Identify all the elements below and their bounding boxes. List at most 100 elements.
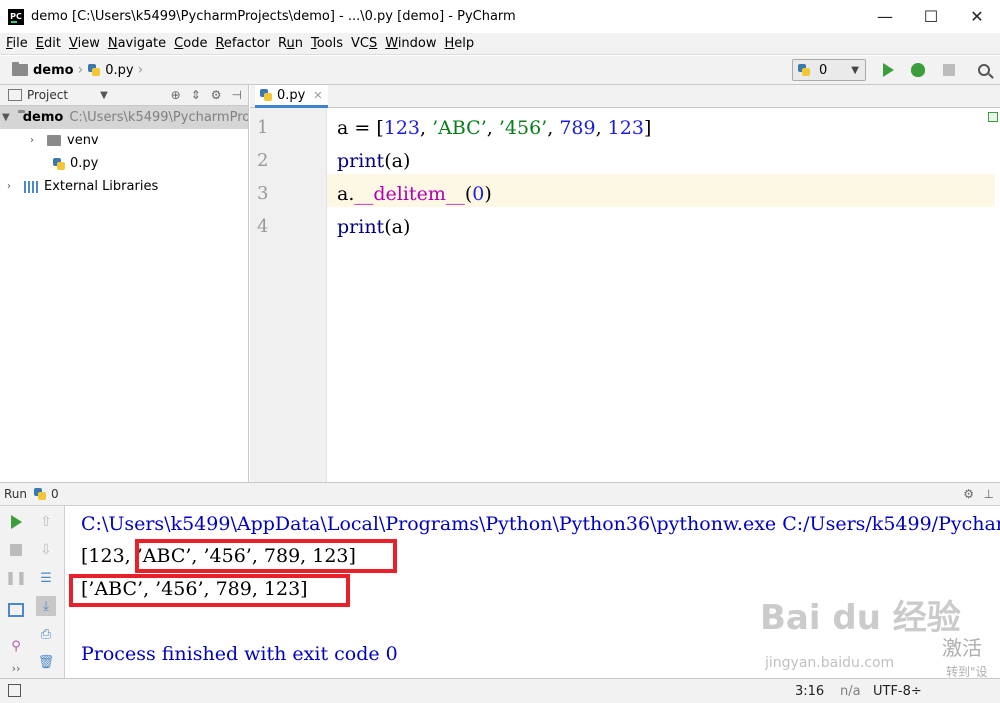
- tree-item-venv[interactable]: › venv: [0, 129, 248, 152]
- chevron-right-icon[interactable]: ›: [2, 181, 16, 192]
- tree-item-external-libraries[interactable]: › External Libraries: [0, 175, 248, 198]
- close-icon: ✕: [970, 7, 984, 26]
- python-file-icon: [259, 88, 273, 102]
- project-icon: [8, 89, 22, 101]
- menu-help[interactable]: Help: [441, 36, 479, 51]
- python-file-icon: [33, 487, 47, 501]
- tree-item-demo[interactable]: ▼ demo C:\Users\k5499\PycharmProjects\de…: [0, 106, 248, 129]
- code-line: a = [123, ’ABC’, ’456’, 789, 123]: [337, 117, 652, 139]
- locate-icon[interactable]: ⊕: [171, 88, 181, 102]
- window-title: demo [C:\Users\k5499\PycharmProjects\dem…: [31, 9, 516, 24]
- tab-0-py[interactable]: 0.py ✕: [255, 85, 328, 108]
- line-number: 3: [257, 183, 269, 204]
- code-line: a.__delitem__(0): [337, 183, 492, 205]
- search-button[interactable]: [974, 60, 994, 80]
- menu-window[interactable]: Window: [381, 36, 440, 51]
- activate-windows-text: 激活: [942, 636, 982, 660]
- menu-file[interactable]: File: [2, 36, 32, 51]
- minimize-button[interactable]: —: [862, 0, 908, 33]
- chevron-down-icon[interactable]: ▼: [100, 90, 108, 101]
- console-command: C:\Users\k5499\AppData\Local\Programs\Py…: [81, 513, 1000, 535]
- pin-tab-button[interactable]: ⚲: [6, 636, 26, 656]
- minimize-icon: —: [877, 7, 893, 26]
- layout-button[interactable]: [6, 600, 26, 620]
- scroll-down-button[interactable]: ⇩: [36, 540, 56, 560]
- menu-bar: File Edit View Navigate Code Refactor Ru…: [0, 33, 1000, 55]
- menu-vcs[interactable]: VCS: [347, 36, 381, 51]
- breadcrumb-file[interactable]: 0.py: [87, 63, 134, 78]
- python-file-icon: [87, 63, 101, 77]
- caret-position[interactable]: 3:16: [795, 684, 824, 699]
- line-separator[interactable]: n/a: [840, 684, 861, 699]
- pause-button[interactable]: ❚❚: [5, 568, 27, 588]
- run-toolbar: ⇧ ⇩ ❚❚ ☰ ⤓ ⎙ ⚲ 🗑 ››: [0, 506, 65, 678]
- run-button[interactable]: [878, 60, 898, 80]
- stop-button[interactable]: [6, 540, 26, 560]
- layout-icon: [8, 603, 24, 617]
- baidu-watermark: Bai du 经验: [760, 598, 961, 638]
- chevron-right-icon[interactable]: ›: [25, 135, 39, 146]
- highlight-box: [135, 539, 397, 573]
- maximize-icon: ☐: [923, 7, 939, 26]
- hide-panel-icon[interactable]: ⊥: [984, 487, 994, 501]
- menu-tools[interactable]: Tools: [307, 36, 347, 51]
- gear-icon[interactable]: ⚙: [963, 487, 974, 501]
- breadcrumb-separator-icon: ›: [137, 62, 144, 78]
- python-file-icon: [797, 63, 811, 77]
- project-panel: Project ▼ ⊕ ⇕ ⚙ ⊣ ▼ demo C:\Users\k5499\…: [0, 85, 249, 482]
- file-encoding[interactable]: UTF-8÷: [873, 684, 922, 699]
- collapse-icon[interactable]: ⇕: [191, 88, 201, 102]
- menu-refactor[interactable]: Refactor: [211, 36, 274, 51]
- folder-icon: [47, 135, 61, 146]
- close-tab-icon[interactable]: ✕: [313, 89, 322, 102]
- menu-code[interactable]: Code: [170, 36, 211, 51]
- stop-button[interactable]: [939, 60, 959, 80]
- line-number: 2: [257, 150, 269, 171]
- play-icon: [10, 515, 22, 529]
- code-line: print(a): [337, 216, 411, 238]
- chevron-down-icon: ▼: [851, 65, 859, 76]
- play-icon: [882, 63, 894, 77]
- run-tab-label[interactable]: 0: [51, 487, 59, 501]
- title-bar: PC demo [C:\Users\k5499\PycharmProjects\…: [0, 0, 1000, 33]
- maximize-button[interactable]: ☐: [908, 0, 954, 33]
- menu-edit[interactable]: Edit: [32, 36, 65, 51]
- code-editor[interactable]: 1 2 3 4 a = [123, ’ABC’, ’456’, 789, 123…: [250, 108, 1000, 482]
- search-icon: [978, 64, 990, 76]
- gear-icon[interactable]: ⚙: [211, 88, 222, 102]
- baidu-watermark-url: jingyan.baidu.com: [765, 655, 895, 671]
- inspection-status-icon[interactable]: [988, 112, 998, 122]
- menu-run[interactable]: Run: [274, 36, 307, 51]
- scroll-end-icon: ⤓: [43, 598, 49, 614]
- pycharm-logo-icon: PC: [8, 8, 24, 25]
- more-actions-button[interactable]: ››: [6, 658, 26, 678]
- line-number-gutter: 1 2 3 4: [250, 108, 327, 482]
- chevron-down-icon[interactable]: ▼: [2, 112, 10, 123]
- hide-panel-icon[interactable]: ⊣: [232, 88, 242, 102]
- wrap-icon: ☰: [40, 570, 52, 586]
- library-icon: [24, 180, 38, 193]
- scroll-up-button[interactable]: ⇧: [36, 512, 56, 532]
- status-bar: 3:16 n/a UTF-8÷: [0, 678, 1000, 703]
- print-button[interactable]: ⎙: [36, 624, 56, 644]
- double-chevron-icon: ››: [11, 661, 21, 675]
- menu-view[interactable]: View: [65, 36, 104, 51]
- rerun-button[interactable]: [6, 512, 26, 532]
- editor-tab-bar: 0.py ✕: [250, 85, 1000, 108]
- project-panel-header: Project ▼ ⊕ ⇕ ⚙ ⊣: [0, 85, 248, 106]
- run-config-select[interactable]: 0 ▼: [792, 59, 866, 81]
- scroll-to-end-button[interactable]: ⤓: [36, 596, 56, 616]
- navigation-bar: demo › 0.py › 0 ▼: [0, 56, 1000, 85]
- clear-all-button[interactable]: 🗑: [36, 652, 56, 672]
- printer-icon: ⎙: [40, 626, 52, 642]
- breadcrumb-separator-icon: ›: [77, 62, 84, 78]
- menu-navigate[interactable]: Navigate: [104, 36, 170, 51]
- arrow-down-icon: ⇩: [40, 542, 52, 558]
- close-button[interactable]: ✕: [954, 0, 1000, 33]
- breadcrumb-project[interactable]: demo: [12, 62, 74, 78]
- debug-button[interactable]: [908, 60, 928, 80]
- tree-item-file[interactable]: 0.py: [0, 152, 248, 175]
- soft-wrap-button[interactable]: ☰: [36, 568, 56, 588]
- tool-windows-icon[interactable]: [8, 684, 21, 697]
- project-view-selector[interactable]: Project: [27, 88, 68, 102]
